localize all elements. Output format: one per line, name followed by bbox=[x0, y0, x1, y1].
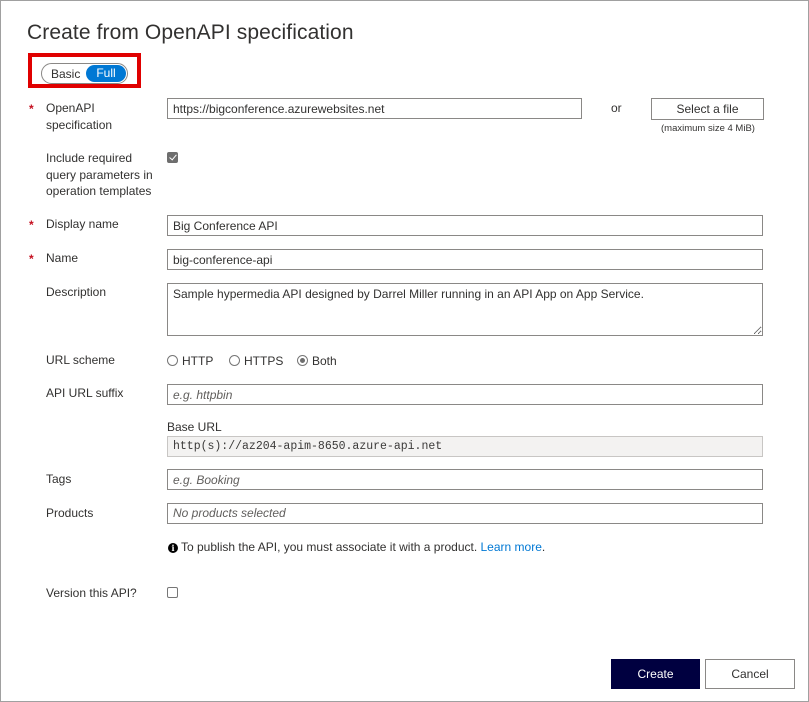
select-file-button[interactable]: Select a file bbox=[651, 98, 764, 120]
openapi-spec-input[interactable] bbox=[167, 98, 582, 119]
openapi-spec-label: OpenAPI specification bbox=[46, 101, 113, 132]
name-input[interactable] bbox=[167, 249, 763, 270]
basic-full-toggle[interactable]: Basic Full bbox=[41, 63, 128, 84]
radio-button-selected-icon bbox=[297, 355, 308, 366]
radio-http-label: HTTP bbox=[182, 354, 214, 368]
page-title: Create from OpenAPI specification bbox=[27, 21, 354, 44]
products-label: Products bbox=[46, 506, 94, 520]
radio-http[interactable]: HTTP bbox=[167, 354, 213, 368]
include-query-params-checkbox[interactable] bbox=[167, 152, 178, 163]
radio-button-icon bbox=[229, 355, 240, 366]
description-textarea[interactable]: Sample hypermedia API designed by Darrel… bbox=[167, 283, 763, 336]
required-marker: * bbox=[29, 252, 34, 266]
info-trailing-period: . bbox=[541, 540, 546, 554]
or-text: or bbox=[611, 101, 622, 115]
base-url-value: http(s)://az204-apim-8650.azure-api.net bbox=[167, 436, 763, 457]
learn-more-link[interactable]: Learn more bbox=[481, 540, 542, 554]
radio-both-label: Both bbox=[312, 354, 337, 368]
create-button[interactable]: Create bbox=[611, 659, 700, 689]
cancel-button[interactable]: Cancel bbox=[705, 659, 795, 689]
toggle-option-basic[interactable]: Basic bbox=[51, 67, 80, 81]
display-name-label: Display name bbox=[46, 217, 119, 231]
create-openapi-dialog: Create from OpenAPI specification Basic … bbox=[0, 0, 809, 702]
base-url-label: Base URL bbox=[167, 420, 222, 434]
url-scheme-label: URL scheme bbox=[46, 353, 115, 367]
tags-input[interactable] bbox=[167, 469, 763, 490]
display-name-input[interactable] bbox=[167, 215, 763, 236]
radio-both[interactable]: Both bbox=[297, 354, 337, 368]
api-url-suffix-input[interactable] bbox=[167, 384, 763, 405]
info-icon: i bbox=[168, 543, 178, 553]
name-label: Name bbox=[46, 251, 79, 265]
version-api-label: Version this API? bbox=[46, 586, 137, 600]
version-api-checkbox[interactable] bbox=[167, 587, 178, 598]
toggle-option-full[interactable]: Full bbox=[86, 65, 126, 82]
radio-https[interactable]: HTTPS bbox=[229, 354, 283, 368]
api-url-suffix-label: API URL suffix bbox=[46, 386, 124, 400]
radio-https-label: HTTPS bbox=[244, 354, 284, 368]
required-marker: * bbox=[29, 218, 34, 232]
include-query-params-label: Include required query parameters in ope… bbox=[46, 151, 153, 198]
radio-button-icon bbox=[167, 355, 178, 366]
description-label: Description bbox=[46, 285, 107, 299]
products-selector[interactable]: No products selected bbox=[167, 503, 763, 524]
products-info-text: To publish the API, you must associate i… bbox=[181, 540, 478, 554]
products-info-message: i To publish the API, you must associate … bbox=[168, 540, 545, 554]
required-marker: * bbox=[29, 102, 34, 116]
file-size-hint: (maximum size 4 MiB) bbox=[661, 123, 755, 134]
tags-label: Tags bbox=[46, 472, 72, 486]
